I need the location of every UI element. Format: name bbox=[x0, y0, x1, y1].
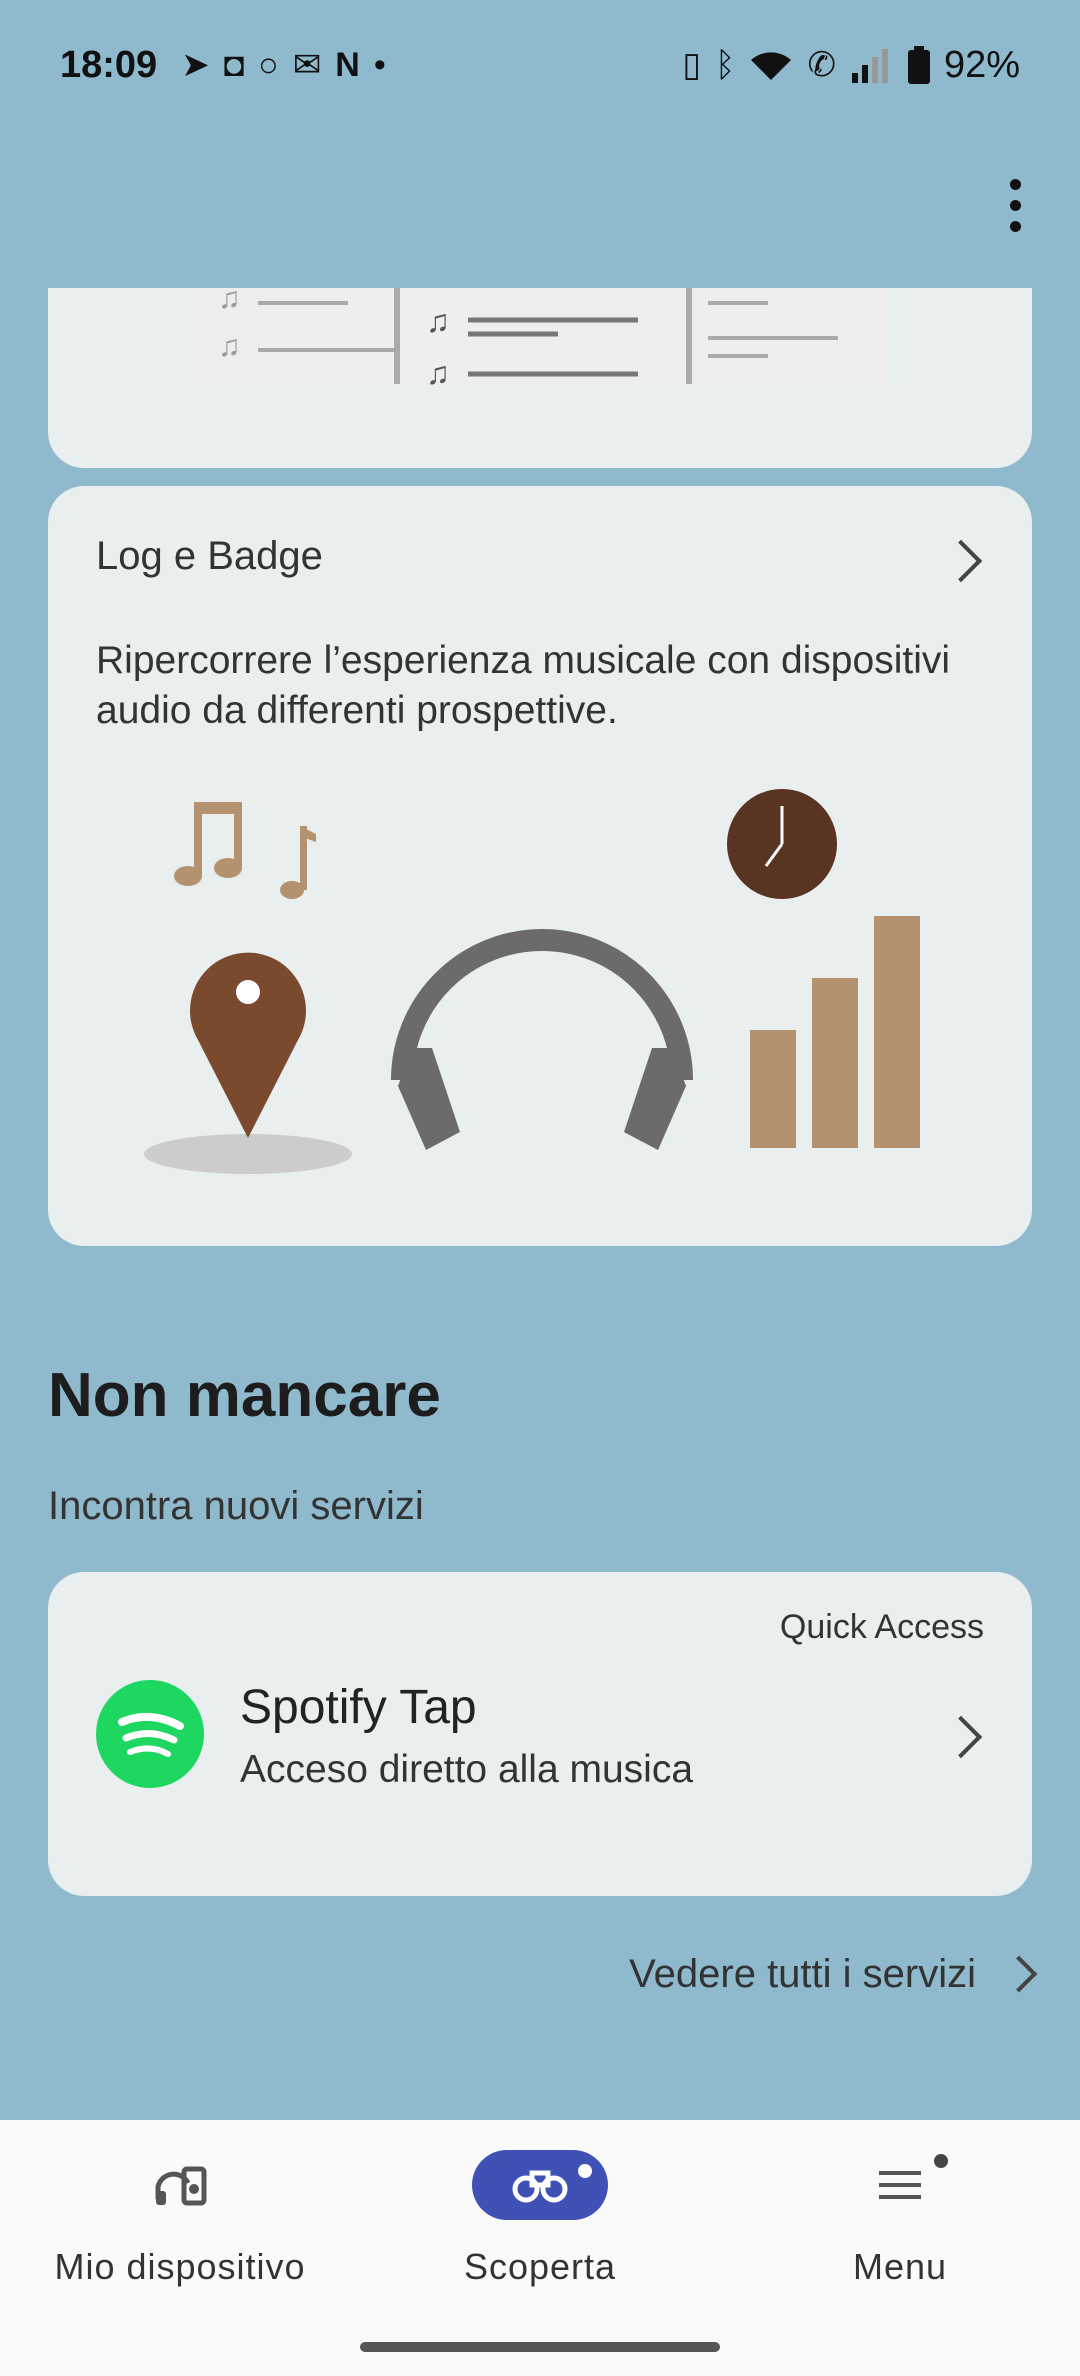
gmail-icon: ✉ bbox=[292, 46, 322, 84]
status-bar: 18:09 ➤ ◘ ○ ✉ N • ▯ ᛒ ✆ 92% bbox=[0, 0, 1080, 130]
clock-icon bbox=[727, 789, 837, 899]
section-subtitle: Incontra nuovi servizi bbox=[48, 1484, 424, 1528]
bar-chart-icon bbox=[750, 916, 920, 1148]
telegram-icon: ➤ bbox=[181, 46, 210, 84]
notification-dot bbox=[934, 2154, 948, 2168]
more-dot bbox=[1009, 178, 1021, 190]
more-dot bbox=[1009, 220, 1021, 232]
svg-text:♫: ♫ bbox=[218, 330, 241, 363]
chevron-right-icon bbox=[939, 1715, 983, 1759]
battery-level: 92% bbox=[943, 43, 1020, 86]
home-indicator[interactable] bbox=[360, 2342, 720, 2352]
spotify-icon bbox=[96, 1680, 204, 1788]
binoculars-icon bbox=[472, 2150, 608, 2220]
notification-dot bbox=[578, 2164, 592, 2178]
nav-label: Menu bbox=[852, 2246, 948, 2287]
service-title: Spotify Tap bbox=[240, 1681, 477, 1734]
section-title: Non mancare bbox=[48, 1361, 441, 1430]
dot-icon: • bbox=[373, 46, 386, 84]
see-all-services-link[interactable]: Vedere tutti i servizi bbox=[629, 1944, 1038, 2004]
nav-label: Scoperta bbox=[463, 2246, 617, 2287]
status-left: 18:09 ➤ ◘ ○ ✉ N • bbox=[60, 44, 386, 87]
card-title: Log e Badge bbox=[96, 534, 323, 578]
nav-item-my-device[interactable]: Mio dispositivo bbox=[0, 2150, 360, 2330]
signal-icon bbox=[851, 49, 888, 83]
spotify-tap-card[interactable]: Quick Access Spotify Tap Acceso diretto … bbox=[48, 1572, 1032, 1896]
instagram-icon: ◘ bbox=[223, 46, 245, 84]
n-app-icon: N bbox=[335, 46, 360, 84]
chevron-right-icon bbox=[1000, 1955, 1038, 1993]
playlist-card[interactable]: ♫ ♫ ♫ ♫ bbox=[48, 288, 1032, 468]
service-subtitle: Acceso diretto alla musica bbox=[240, 1748, 694, 1791]
playlist-illustration: ♫ ♫ ♫ ♫ bbox=[188, 288, 888, 391]
status-right: ▯ ᛒ ✆ 92% bbox=[682, 44, 1020, 87]
bluetooth-icon: ᛒ bbox=[715, 46, 736, 84]
vibrate-icon: ▯ bbox=[682, 46, 702, 84]
battery-icon bbox=[907, 46, 930, 84]
status-time: 18:09 bbox=[60, 43, 158, 86]
pin-shadow bbox=[144, 1134, 352, 1174]
bottom-navigation: Mio dispositivo Scoperta Menu bbox=[0, 2120, 1080, 2376]
svg-text:♫: ♫ bbox=[218, 288, 241, 315]
nav-item-discover[interactable]: Scoperta bbox=[360, 2150, 720, 2330]
location-pin-icon bbox=[190, 952, 306, 1138]
svg-text:♫: ♫ bbox=[426, 355, 450, 391]
wifi-icon bbox=[751, 52, 792, 80]
log-badge-card[interactable]: Log e Badge Ripercorrere l’esperienza mu… bbox=[48, 486, 1032, 1246]
quick-access-label: Quick Access bbox=[779, 1608, 984, 1646]
circle-app-icon: ○ bbox=[258, 46, 279, 84]
device-icon bbox=[112, 2150, 248, 2220]
music-notes-icon bbox=[174, 802, 316, 899]
nav-item-menu[interactable]: Menu bbox=[720, 2150, 1080, 2330]
log-badge-illustration bbox=[144, 789, 920, 1174]
headphones-icon bbox=[391, 929, 693, 1150]
nav-label: Mio dispositivo bbox=[54, 2246, 306, 2287]
more-options-button[interactable] bbox=[990, 170, 1040, 240]
card-description: Ripercorrere l’esperienza musicale con d… bbox=[96, 639, 951, 732]
svg-text:♫: ♫ bbox=[426, 303, 450, 339]
hamburger-icon bbox=[832, 2150, 968, 2220]
more-dot bbox=[1009, 199, 1021, 211]
wifi-call-icon: ✆ bbox=[807, 46, 836, 84]
chevron-right-icon bbox=[939, 539, 983, 583]
see-all-label: Vedere tutti i servizi bbox=[629, 1951, 976, 1996]
